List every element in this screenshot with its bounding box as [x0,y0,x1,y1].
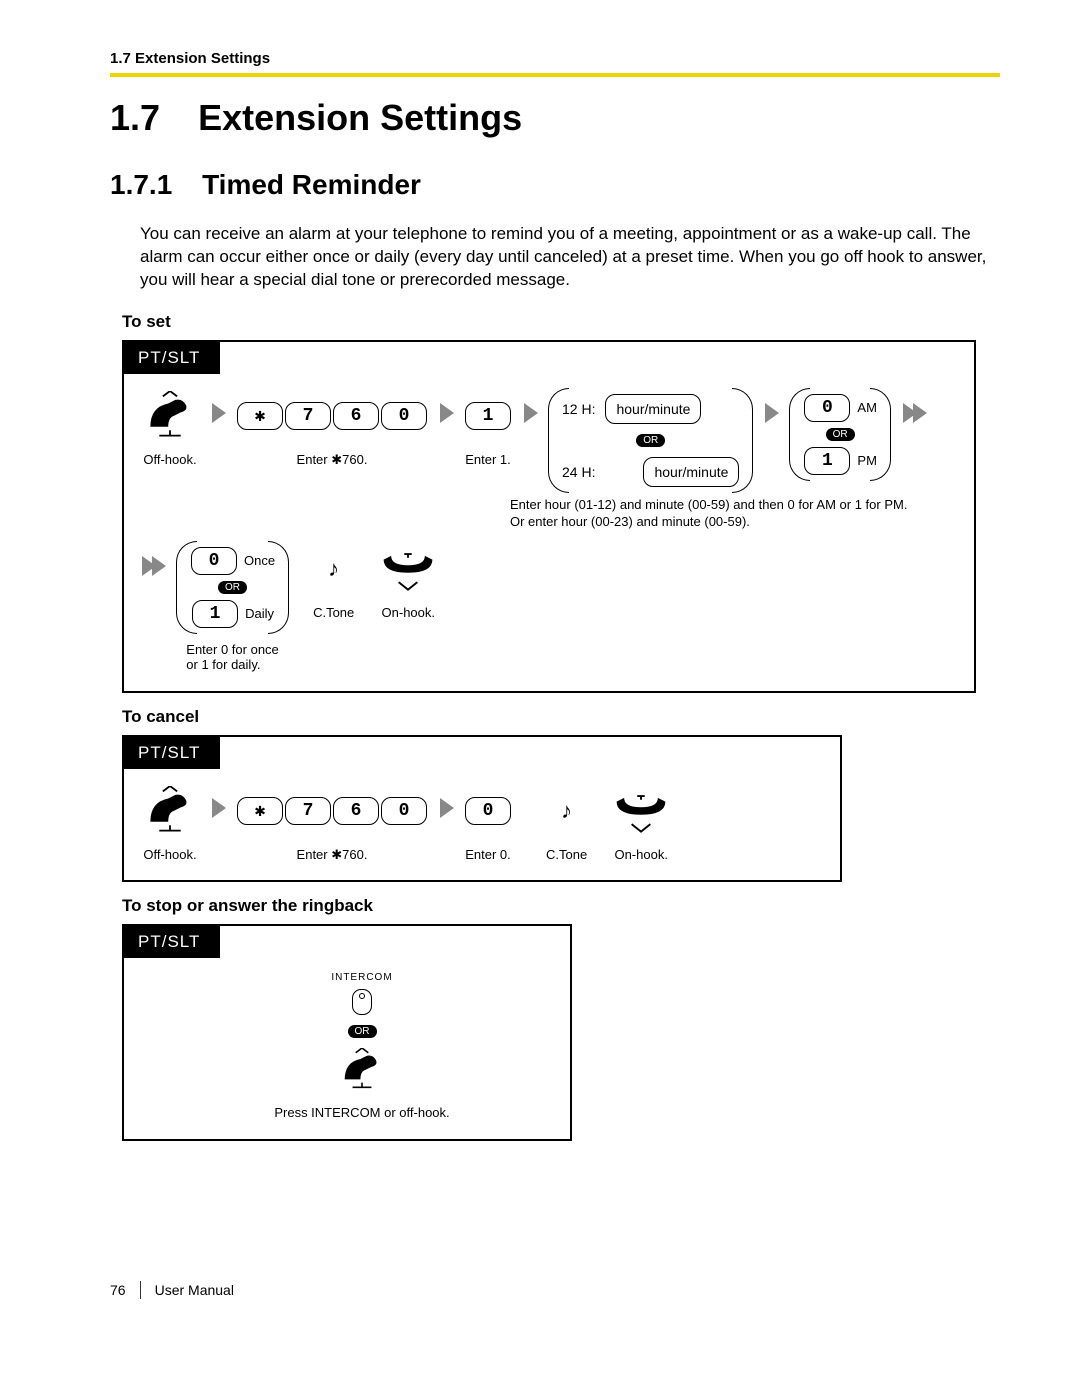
once-daily-group: 0 Once OR 1 Daily [176,541,289,634]
intercom-group: INTERCOM OR [331,972,392,1095]
page-number: 76 [110,1282,126,1298]
onhook-icon [611,783,671,839]
onhook-icon [378,541,438,597]
enter-0-caption: Enter 0. [465,847,511,863]
page-footer: 76 User Manual [110,1281,1000,1299]
key-0: 0 [381,797,427,825]
section-title-text: Extension Settings [198,97,522,138]
enter-1-caption: Enter 1. [465,452,511,468]
key-7: 7 [285,402,331,430]
arrow-double-icon [901,388,927,438]
to-stop-heading: To stop or answer the ringback [122,896,1000,916]
section-heading: 1.7 Extension Settings [110,97,1000,139]
hour-mode-group: 12 H: hour/minute OR 24 H: hour/minute [548,388,753,493]
offhook-caption: Off-hook. [143,847,196,863]
subsection-number: 1.7.1 [110,169,172,201]
arrow-icon [763,388,779,438]
section-number: 1.7 [110,97,160,139]
offhook-icon [140,388,200,444]
diagram-tab: PT/SLT [124,926,220,958]
onhook-caption: On-hook. [614,847,667,863]
intro-paragraph: You can receive an alarm at your telepho… [140,223,1000,292]
to-cancel-diagram: PT/SLT Off-hook. ✱ 7 6 [122,735,842,883]
diagram-tab: PT/SLT [124,737,220,769]
diagram-tab: PT/SLT [124,342,220,374]
keys-760: ✱ 7 6 0 [236,402,428,430]
once-daily-caption: Enter 0 for once or 1 for daily. [186,642,279,673]
running-header: 1.7 Extension Settings [110,50,1000,67]
subsection-title-text: Timed Reminder [202,169,421,200]
arrow-icon [438,388,454,438]
to-set-heading: To set [122,312,1000,332]
arrow-icon [210,388,226,438]
key-6: 6 [333,402,379,430]
music-note-icon: ♪ [328,556,339,582]
hm-note: Enter hour (01-12) and minute (00-59) an… [510,497,907,531]
key-daily: 1 [192,600,238,628]
key-pm: 1 [804,447,850,475]
or-pill: OR [826,428,855,441]
intercom-label: INTERCOM [331,972,392,983]
enter-760-caption: Enter ✱760. [297,847,368,863]
intercom-caption: Press INTERCOM or off-hook. [274,1105,449,1121]
key-once: 0 [191,547,237,575]
music-note-icon: ♪ [561,798,572,824]
arrow-icon [522,388,538,438]
ctone-caption: C.Tone [313,605,354,621]
footer-divider [140,1281,141,1299]
intercom-button-icon [352,989,372,1015]
offhook-icon [332,1048,392,1095]
or-pill: OR [636,434,665,447]
arrow-icon [210,783,226,833]
key-0: 0 [381,402,427,430]
keys-760: ✱ 7 6 0 [236,797,428,825]
to-set-diagram: PT/SLT Off-hook. ✱ 7 6 [122,340,976,693]
subsection-heading: 1.7.1 Timed Reminder [110,169,1000,201]
label-pm: PM [857,453,877,468]
offhook-caption: Off-hook. [143,452,196,468]
ctone-caption: C.Tone [546,847,587,863]
label-daily: Daily [245,606,274,621]
footer-label: User Manual [155,1282,234,1298]
key-am: 0 [804,394,850,422]
key-7: 7 [285,797,331,825]
to-cancel-heading: To cancel [122,707,1000,727]
header-rule [110,73,1000,77]
or-pill: OR [218,581,247,594]
key-6: 6 [333,797,379,825]
hour-minute-field-12h: hour/minute [605,394,701,424]
enter-760-caption: Enter ✱760. [297,452,368,468]
label-12h: 12 H: [562,401,595,417]
key-0: 0 [465,797,511,825]
key-1: 1 [465,402,511,430]
label-once: Once [244,553,275,568]
hour-minute-field-24h: hour/minute [643,457,739,487]
label-am: AM [857,400,877,415]
offhook-icon [140,783,200,839]
to-stop-diagram: PT/SLT INTERCOM OR Press INTERCOM or off… [122,924,572,1141]
onhook-caption: On-hook. [382,605,435,621]
or-pill: OR [348,1025,377,1038]
key-star: ✱ [237,797,283,825]
arrow-icon [438,783,454,833]
key-star: ✱ [237,402,283,430]
ampm-group: 0 AM OR 1 PM [789,388,891,481]
label-24h: 24 H: [562,464,595,480]
arrow-double-icon [140,541,166,591]
